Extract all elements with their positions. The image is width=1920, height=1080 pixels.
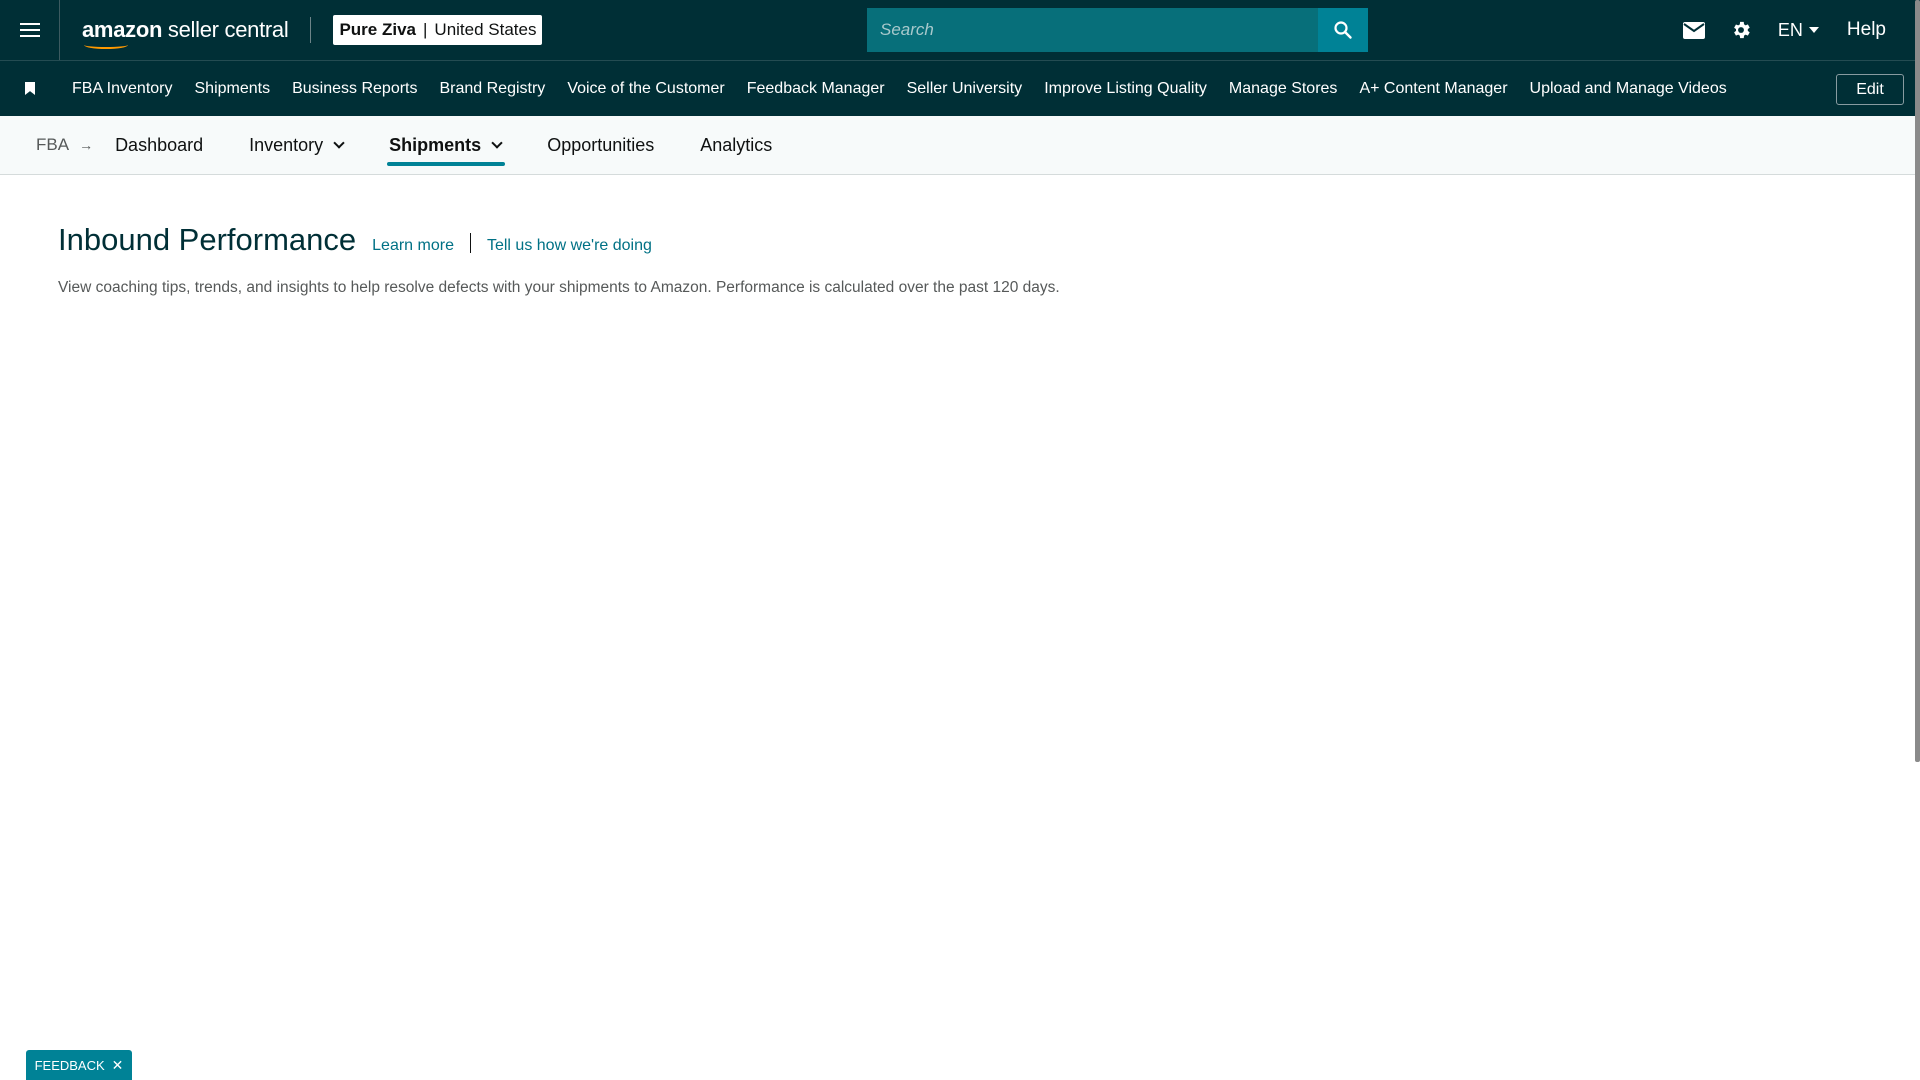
nav-improve-listing-quality[interactable]: Improve Listing Quality bbox=[1044, 80, 1207, 98]
tab-analytics[interactable]: Analytics bbox=[700, 116, 772, 175]
logo-brand: amazon bbox=[82, 17, 163, 42]
nav-fba-inventory[interactable]: FBA Inventory bbox=[72, 80, 173, 98]
store-name: Pure Ziva bbox=[339, 20, 416, 39]
tab-inventory[interactable]: Inventory bbox=[249, 116, 345, 175]
feedback-label: FEEDBACK bbox=[34, 1057, 105, 1073]
logo-product: seller central bbox=[162, 17, 289, 42]
feedback-survey-link[interactable]: Tell us how we're doing bbox=[487, 237, 652, 255]
menu-icon[interactable] bbox=[0, 0, 60, 60]
fba-subnav: FBA → Dashboard Inventory Shipments Oppo… bbox=[0, 116, 1920, 175]
tab-label: Shipments bbox=[389, 134, 482, 155]
header-actions: EN Help bbox=[1680, 0, 1920, 60]
scrollbar[interactable] bbox=[1915, 0, 1920, 762]
nav-voice-of-customer[interactable]: Voice of the Customer bbox=[567, 80, 724, 98]
tab-dashboard[interactable]: Dashboard bbox=[115, 116, 203, 175]
top-header: amazon seller central Pure Ziva | United… bbox=[0, 0, 1920, 60]
tab-label: Dashboard bbox=[115, 134, 204, 155]
bookmark-icon[interactable] bbox=[25, 82, 35, 95]
close-icon[interactable]: ✕ bbox=[112, 1057, 124, 1074]
mail-icon[interactable] bbox=[1680, 16, 1708, 44]
chevron-down-icon bbox=[491, 136, 503, 149]
link-divider bbox=[469, 233, 471, 253]
tab-label: Inventory bbox=[249, 134, 324, 155]
bookmark-nav: FBA Inventory Shipments Business Reports… bbox=[0, 60, 1920, 116]
arrow-right-icon: → bbox=[79, 137, 94, 153]
nav-feedback-manager[interactable]: Feedback Manager bbox=[747, 80, 885, 98]
nav-seller-university[interactable]: Seller University bbox=[907, 80, 1023, 98]
breadcrumb-fba[interactable]: FBA bbox=[36, 135, 69, 155]
learn-more-link[interactable]: Learn more bbox=[372, 237, 454, 255]
store-separator: | bbox=[423, 20, 428, 39]
amazon-smile-icon bbox=[84, 41, 128, 49]
tab-label: Analytics bbox=[700, 134, 773, 155]
logo-divider bbox=[310, 17, 312, 43]
gear-icon[interactable] bbox=[1727, 16, 1755, 44]
search-bar bbox=[867, 8, 1368, 52]
search-input[interactable] bbox=[867, 8, 1318, 52]
language-selector[interactable]: EN bbox=[1778, 20, 1819, 41]
nav-a-plus-content-manager[interactable]: A+ Content Manager bbox=[1359, 80, 1507, 98]
language-label: EN bbox=[1777, 19, 1803, 40]
tab-label: Opportunities bbox=[547, 134, 655, 155]
tab-opportunities[interactable]: Opportunities bbox=[547, 116, 654, 175]
nav-business-reports[interactable]: Business Reports bbox=[292, 80, 417, 98]
nav-brand-registry[interactable]: Brand Registry bbox=[439, 80, 545, 98]
amazon-seller-central-logo[interactable]: amazon seller central bbox=[82, 12, 289, 49]
nav-shipments[interactable]: Shipments bbox=[195, 80, 271, 98]
page-title: Inbound Performance bbox=[58, 222, 357, 257]
store-region: United States bbox=[434, 20, 537, 39]
chevron-down-icon bbox=[333, 136, 345, 149]
nav-upload-manage-videos[interactable]: Upload and Manage Videos bbox=[1530, 80, 1727, 98]
caret-down-icon bbox=[1808, 27, 1819, 33]
feedback-button[interactable]: FEEDBACK ✕ bbox=[26, 1050, 132, 1080]
edit-nav-button[interactable]: Edit bbox=[1836, 74, 1904, 105]
nav-manage-stores[interactable]: Manage Stores bbox=[1229, 80, 1338, 98]
help-link[interactable]: Help bbox=[1847, 19, 1886, 41]
page-description: View coaching tips, trends, and insights… bbox=[58, 279, 1060, 296]
tab-shipments[interactable]: Shipments bbox=[387, 116, 506, 175]
store-switcher[interactable]: Pure Ziva | United States bbox=[333, 15, 543, 45]
search-button[interactable] bbox=[1318, 8, 1368, 52]
page-header: Inbound Performance Learn more Tell us h… bbox=[58, 222, 652, 258]
search-icon bbox=[1334, 21, 1352, 39]
